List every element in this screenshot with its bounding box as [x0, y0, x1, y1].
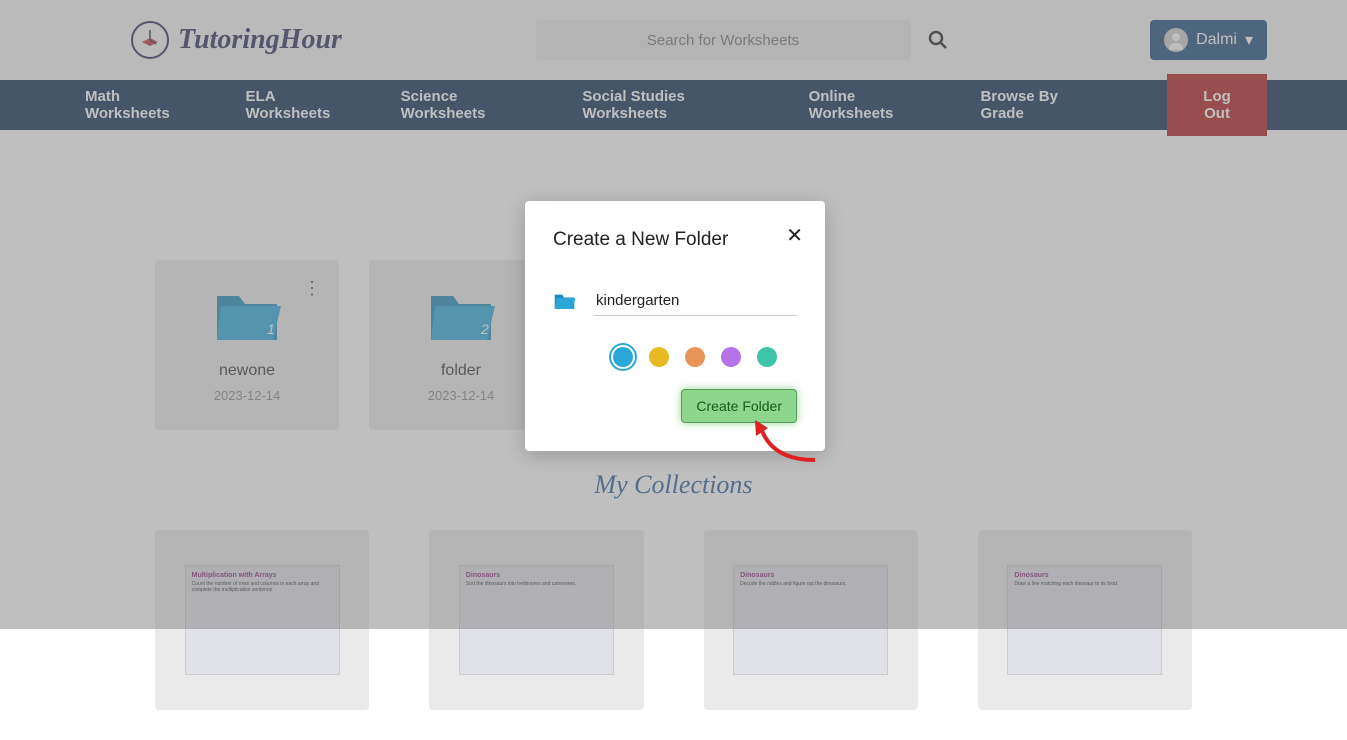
modal-title: Create a New Folder — [553, 229, 797, 251]
close-icon: ✕ — [786, 225, 803, 247]
color-option-blue[interactable] — [613, 347, 633, 367]
folder-name-input[interactable] — [594, 286, 797, 316]
color-option-purple[interactable] — [721, 347, 741, 367]
color-option-yellow[interactable] — [649, 347, 669, 367]
color-picker — [553, 347, 797, 367]
create-folder-button[interactable]: Create Folder — [681, 389, 797, 423]
close-button[interactable]: ✕ — [786, 223, 803, 248]
create-folder-modal: Create a New Folder ✕ Create Folder — [525, 201, 825, 451]
color-option-teal[interactable] — [757, 347, 777, 367]
folder-icon — [553, 281, 576, 321]
modal-input-row — [553, 281, 797, 321]
color-option-orange[interactable] — [685, 347, 705, 367]
